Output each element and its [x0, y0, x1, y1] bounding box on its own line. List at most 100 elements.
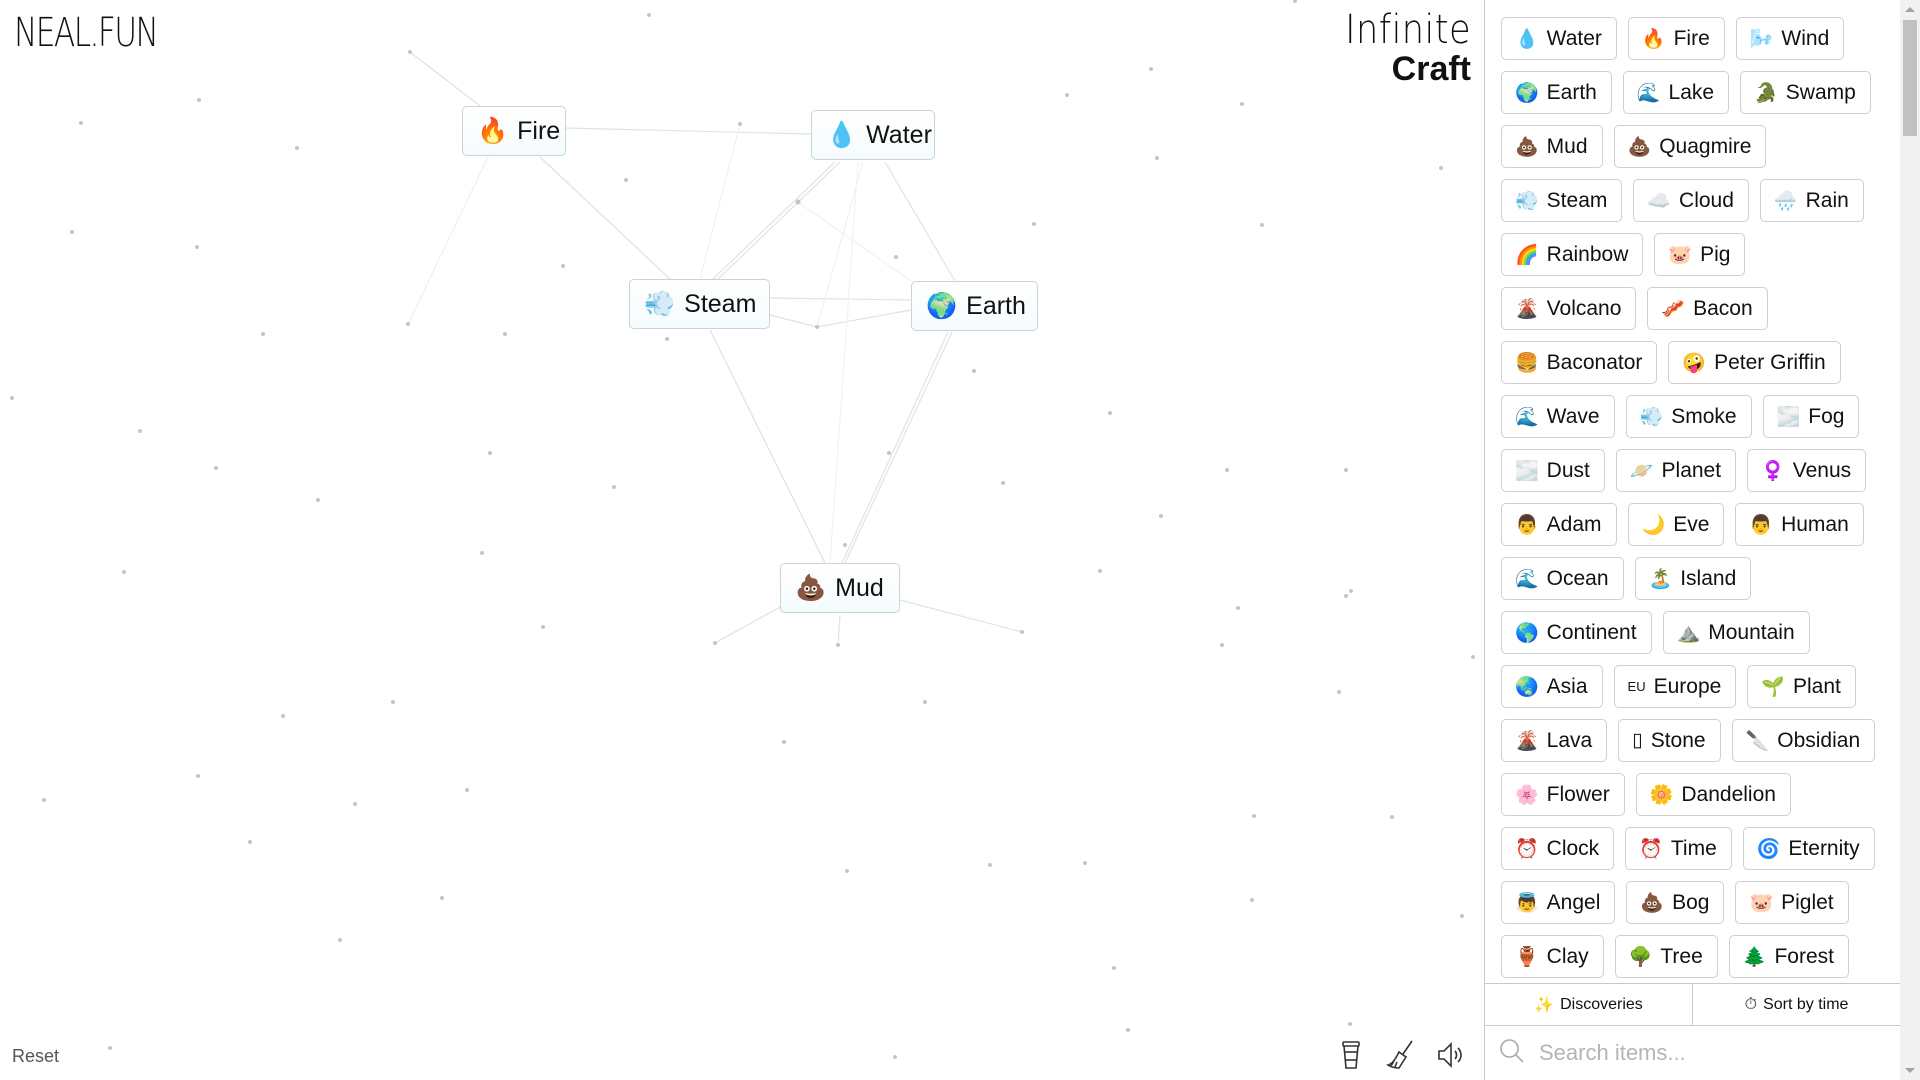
sidebar-item-adam[interactable]: 👨 Adam	[1501, 503, 1617, 546]
link-line	[709, 329, 826, 564]
sidebar-item-clock[interactable]: ⏰ Clock	[1501, 827, 1615, 870]
item-row: 👼 Angel 💩 Bog 🐷 Piglet	[1501, 881, 1900, 924]
item-emoji-icon: 🌋	[1515, 298, 1539, 320]
link-line	[714, 606, 781, 644]
sidebar-item-rain[interactable]: 🌧️ Rain	[1759, 179, 1864, 222]
scroll-down-arrow[interactable]	[1905, 1068, 1915, 1073]
sidebar-item-mud[interactable]: 💩 Mud	[1501, 125, 1603, 168]
sidebar-item-piglet[interactable]: 🐷 Piglet	[1735, 881, 1849, 924]
discoveries-button[interactable]: ✨ Discoveries	[1485, 984, 1693, 1025]
item-label: Piglet	[1781, 890, 1834, 914]
sidebar-item-clay[interactable]: 🏺 Clay	[1501, 935, 1604, 978]
item-emoji-icon: ♀️	[1761, 460, 1785, 482]
item-row: 🌊 Ocean 🏝️ Island	[1501, 557, 1900, 600]
sidebar-item-fog[interactable]: 🌫️ Fog	[1762, 395, 1860, 438]
sidebar-item-tree[interactable]: 🌳 Tree	[1614, 935, 1718, 978]
neal-fun-logo[interactable]: NEAL.FUN	[14, 10, 159, 56]
item-label: Eve	[1673, 512, 1710, 536]
item-row: 💩 Mud 💩 Quagmire	[1501, 125, 1900, 168]
link-line	[407, 156, 489, 325]
item-emoji-icon: 🌊	[1515, 568, 1539, 590]
sidebar-item-time[interactable]: ⏰ Time	[1625, 827, 1732, 870]
sidebar-item-smoke[interactable]: 💨 Smoke	[1625, 395, 1752, 438]
sidebar-item-lake[interactable]: 🌊 Lake	[1622, 71, 1730, 114]
link-line	[837, 614, 841, 646]
sidebar-item-forest[interactable]: 🌲 Forest	[1728, 935, 1849, 978]
coffee-icon[interactable]	[1336, 1038, 1366, 1072]
sidebar-item-swamp[interactable]: 🐊 Swamp	[1740, 71, 1871, 114]
item-label: Earth	[1546, 80, 1597, 104]
sidebar-scrollbar[interactable]	[1900, 0, 1920, 1080]
sidebar-item-venus[interactable]: ♀️ Venus	[1747, 449, 1867, 492]
sidebar-item-continent[interactable]: 🌎 Continent	[1501, 611, 1652, 654]
sort-by-time-button[interactable]: ⏱ Sort by time	[1693, 984, 1900, 1025]
sidebar-item-fire[interactable]: 🔥 Fire	[1627, 17, 1725, 60]
broom-icon[interactable]	[1386, 1038, 1416, 1072]
canvas-item-label: Earth	[966, 291, 1026, 320]
item-label: Europe	[1653, 674, 1722, 698]
item-row: 🌫️ Dust 🪐 Planet ♀️ Venus	[1501, 449, 1900, 492]
item-label: Adam	[1546, 512, 1602, 536]
sidebar-item-wind[interactable]: 🌬️ Wind	[1735, 17, 1845, 60]
item-list[interactable]: 💧 Water 🔥 Fire 🌬️ Wind 🌍 Earth 🌊 Lake 🐊 Swamp 💩 Mud 💩 Q…	[1485, 0, 1900, 982]
item-row: 🌏 Asia EU Europe 🌱 Plant	[1501, 665, 1900, 708]
sidebar-item-wave[interactable]: 🌊 Wave	[1501, 395, 1615, 438]
item-label: Rain	[1805, 188, 1849, 212]
item-emoji-icon: 🌀	[1756, 838, 1781, 860]
canvas-item-water[interactable]: 💧 Water	[811, 110, 935, 160]
link-line	[769, 297, 912, 301]
item-label: Stone	[1650, 728, 1706, 752]
sidebar-item-mountain[interactable]: ⛰️ Mountain	[1662, 611, 1810, 654]
scroll-up-arrow[interactable]	[1905, 7, 1915, 12]
sidebar-item-peter-griffin[interactable]: 🤪 Peter Griffin	[1668, 341, 1841, 384]
sidebar-item-baconator[interactable]: 🍔 Baconator	[1501, 341, 1658, 384]
sidebar-item-asia[interactable]: 🌏 Asia	[1501, 665, 1603, 708]
item-emoji-icon: 🐷	[1668, 244, 1693, 266]
crafting-canvas[interactable]: NEAL.FUN Infinite Craft 🔥 Fire 💧 Water 💨…	[0, 0, 1484, 1080]
scrollbar-thumb[interactable]	[1903, 20, 1917, 136]
sidebar-item-planet[interactable]: 🪐 Planet	[1615, 449, 1737, 492]
sparkles-icon: ✨	[1534, 996, 1555, 1014]
sidebar-item-earth[interactable]: 🌍 Earth	[1501, 71, 1612, 114]
canvas-item-steam[interactable]: 💨 Steam	[629, 279, 770, 329]
sidebar-item-island[interactable]: 🏝️ Island	[1634, 557, 1752, 600]
sidebar-item-angel[interactable]: 👼 Angel	[1501, 881, 1616, 924]
globe-icon: 🌍	[926, 291, 958, 320]
sidebar-item-dust[interactable]: 🌫️ Dust	[1501, 449, 1605, 492]
sidebar-item-flower[interactable]: 🌸 Flower	[1501, 773, 1625, 816]
sidebar-item-europe[interactable]: EU Europe	[1613, 665, 1737, 708]
sidebar-item-lava[interactable]: 🌋 Lava	[1501, 719, 1608, 762]
sidebar-item-eternity[interactable]: 🌀 Eternity	[1742, 827, 1875, 870]
sidebar-item-eve[interactable]: 🌙 Eve	[1627, 503, 1725, 546]
item-emoji-icon: ⏰	[1639, 838, 1663, 860]
item-label: Wave	[1546, 404, 1600, 428]
reset-button[interactable]: Reset	[12, 1046, 59, 1067]
sidebar-item-quagmire[interactable]: 💩 Quagmire	[1613, 125, 1767, 168]
sidebar-item-dandelion[interactable]: 🌼 Dandelion	[1635, 773, 1791, 816]
dash-icon: 💨	[644, 289, 676, 318]
item-label: Cloud	[1679, 188, 1734, 212]
sidebar-item-obsidian[interactable]: 🔪 Obsidian	[1731, 719, 1876, 762]
sidebar-item-stone[interactable]: ▯ Stone	[1618, 719, 1721, 762]
link-line	[816, 309, 912, 328]
search-bar	[1485, 1026, 1900, 1080]
sidebar-item-water[interactable]: 💧 Water	[1501, 17, 1617, 60]
sidebar-item-bog[interactable]: 💩 Bog	[1626, 881, 1725, 924]
item-label: Pig	[1700, 242, 1731, 266]
link-line	[717, 161, 841, 280]
sound-icon[interactable]	[1436, 1038, 1466, 1072]
sidebar-item-pig[interactable]: 🐷 Pig	[1654, 233, 1746, 276]
sidebar-item-cloud[interactable]: ☁️ Cloud	[1633, 179, 1749, 222]
canvas-item-fire[interactable]: 🔥 Fire	[462, 106, 566, 156]
canvas-item-earth[interactable]: 🌍 Earth	[911, 281, 1038, 331]
item-emoji-icon: 🌼	[1649, 784, 1674, 806]
sidebar-item-bacon[interactable]: 🥓 Bacon	[1647, 287, 1768, 330]
sidebar-item-rainbow[interactable]: 🌈 Rainbow	[1501, 233, 1644, 276]
sidebar-item-volcano[interactable]: 🌋 Volcano	[1501, 287, 1637, 330]
sidebar-item-human[interactable]: 👨 Human	[1735, 503, 1864, 546]
sidebar-item-ocean[interactable]: 🌊 Ocean	[1501, 557, 1624, 600]
search-input[interactable]	[1537, 1039, 1871, 1067]
sidebar-item-plant[interactable]: 🌱 Plant	[1747, 665, 1856, 708]
canvas-item-mud[interactable]: 💩 Mud	[780, 563, 900, 613]
sidebar-item-steam[interactable]: 💨 Steam	[1501, 179, 1623, 222]
